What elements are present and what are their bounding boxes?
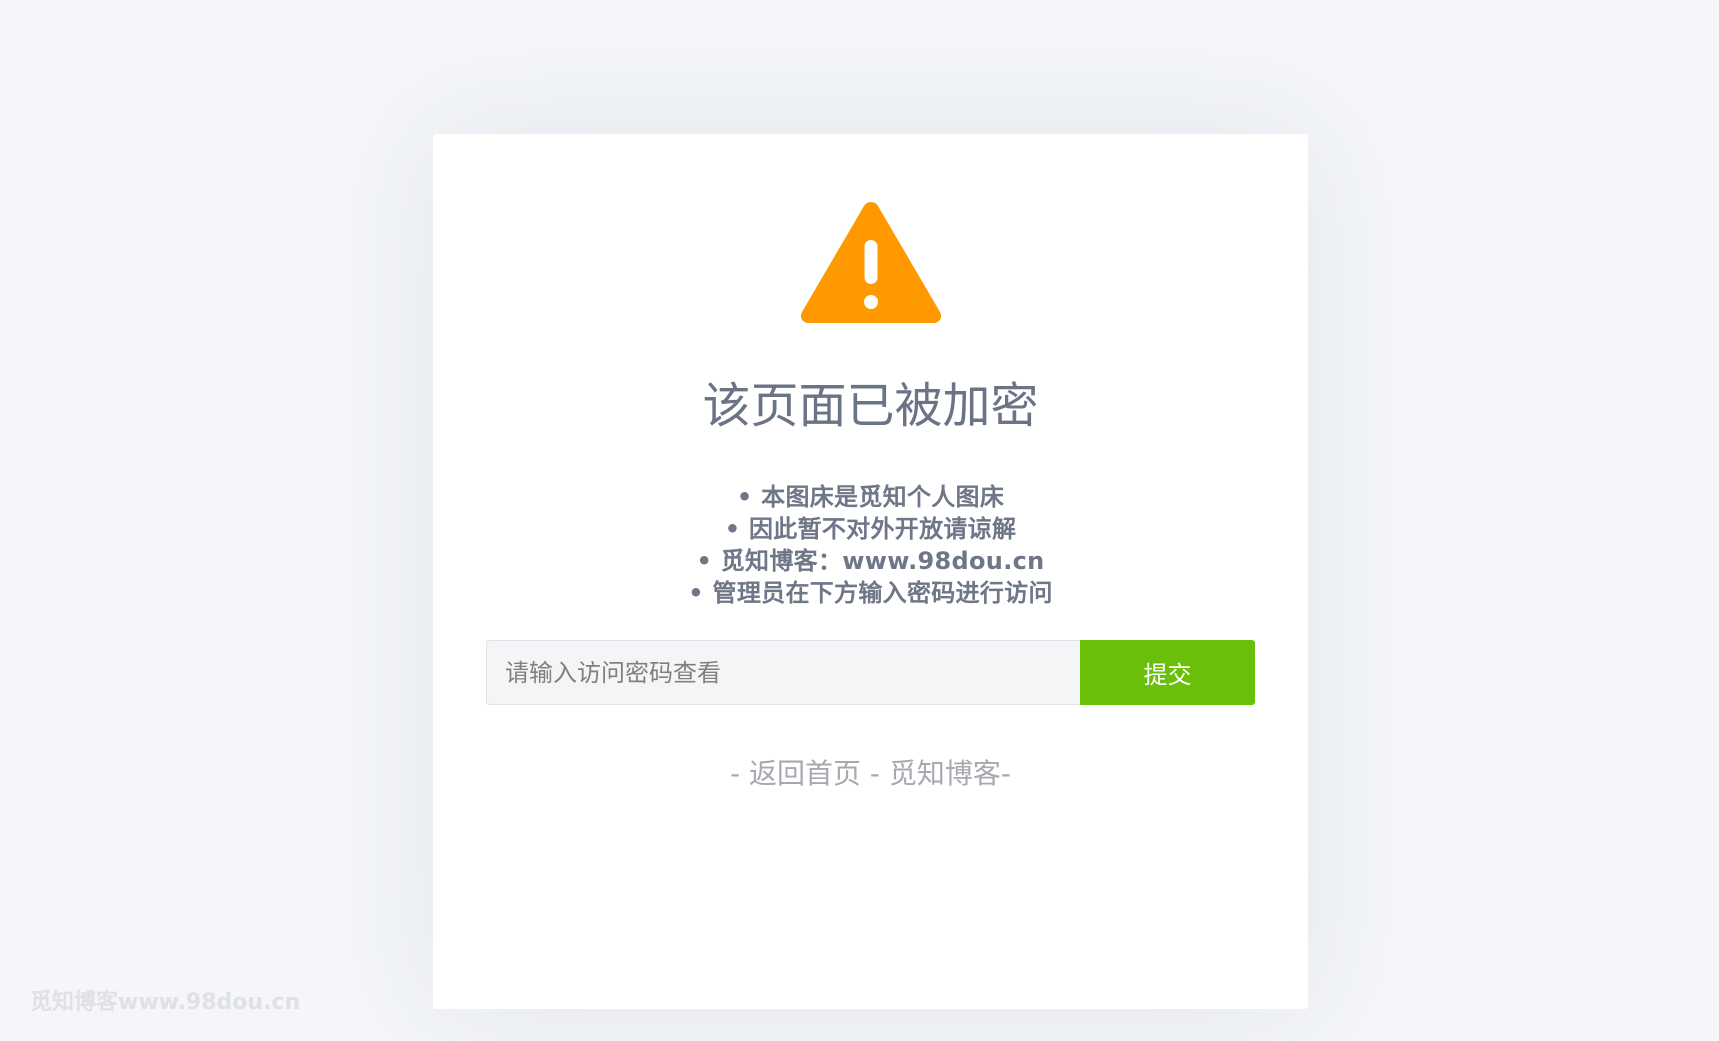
footer-separator: - — [861, 757, 889, 790]
password-card: 该页面已被加密 • 本图床是觅知个人图床 • 因此暂不对外开放请谅解 • 觅知博… — [433, 134, 1308, 1009]
warning-icon-wrapper — [433, 194, 1308, 326]
password-form: 提交 — [486, 640, 1255, 705]
notice-item: • 本图床是觅知个人图床 — [736, 483, 1005, 511]
watermark: 觅知博客www.98dou.cn — [30, 990, 301, 1015]
submit-button[interactable]: 提交 — [1080, 640, 1255, 705]
warning-triangle-icon — [800, 202, 941, 323]
blog-link[interactable]: 觅知博客 — [889, 757, 1001, 790]
page: 该页面已被加密 • 本图床是觅知个人图床 • 因此暂不对外开放请谅解 • 觅知博… — [0, 0, 1719, 1041]
notice-item: • 管理员在下方输入密码进行访问 — [688, 579, 1053, 607]
notice-item: • 因此暂不对外开放请谅解 — [724, 515, 1017, 543]
footer-prefix: - — [729, 757, 749, 790]
footer-links: - 返回首页 - 觅知博客- — [433, 754, 1308, 794]
notice-list: • 本图床是觅知个人图床 • 因此暂不对外开放请谅解 • 觅知博客：www.98… — [433, 481, 1308, 609]
password-input[interactable] — [486, 640, 1080, 705]
footer-suffix: - — [1000, 757, 1012, 790]
page-title: 该页面已被加密 — [702, 378, 1039, 434]
home-link[interactable]: 返回首页 — [749, 757, 861, 790]
notice-item: • 觅知博客：www.98dou.cn — [696, 547, 1045, 575]
